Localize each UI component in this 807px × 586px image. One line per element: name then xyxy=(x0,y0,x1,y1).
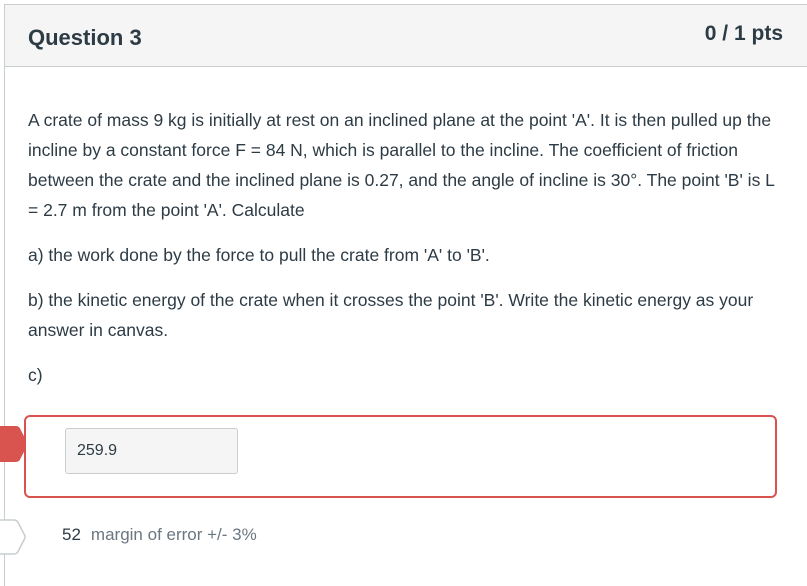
correct-answer-value: 52 xyxy=(62,525,81,544)
question-title: Question 3 xyxy=(28,25,142,50)
margin-of-error-label: margin of error +/- 3% xyxy=(90,525,257,544)
user-answer-field[interactable]: 259.9 xyxy=(65,428,238,474)
question-header: Question 3 0 / 1 pts xyxy=(5,5,807,67)
question-paragraph-intro: A crate of mass 9 kg is initially at res… xyxy=(28,110,775,220)
correct-answer-flag-icon xyxy=(0,519,26,555)
user-answer-box: 259.9 xyxy=(24,415,777,498)
question-points: 0 / 1 pts xyxy=(704,22,783,45)
correct-answer: 52 margin of error +/- 3% xyxy=(62,525,257,545)
question-panel: Question 3 0 / 1 pts A crate of mass 9 k… xyxy=(4,4,807,586)
question-paragraph-b: b) the kinetic energy of the crate when … xyxy=(28,290,754,340)
question-text: A crate of mass 9 kg is initially at res… xyxy=(28,105,788,405)
question-paragraph-a: a) the work done by the force to pull th… xyxy=(28,245,490,265)
question-paragraph-c: c) xyxy=(28,365,43,385)
